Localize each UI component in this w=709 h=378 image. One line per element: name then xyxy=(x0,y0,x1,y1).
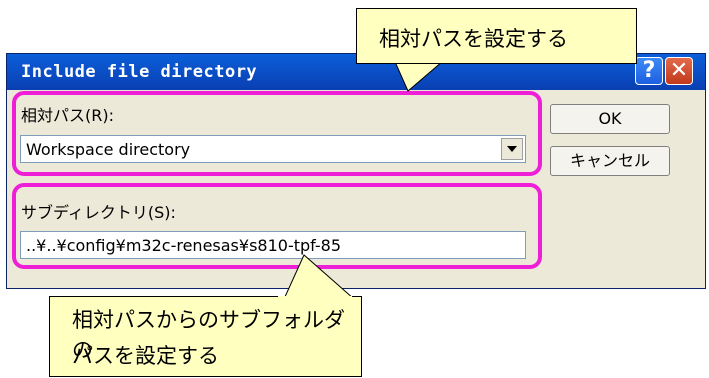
bottom-callout-border-left xyxy=(49,296,278,297)
relative-path-highlight xyxy=(12,91,542,176)
bottom-callout-pointer xyxy=(283,254,356,300)
close-button[interactable]: ✕ xyxy=(665,57,693,85)
bottom-callout-line2: パスを設定する xyxy=(72,344,219,368)
bottom-callout: 相対パスからのサブフォルダの パスを設定する xyxy=(49,296,362,377)
help-icon: ? xyxy=(642,58,656,83)
ok-button[interactable]: OK xyxy=(550,104,670,134)
dialog-title: Include file directory xyxy=(21,62,258,82)
top-callout: 相対パスを設定する xyxy=(356,8,637,64)
cancel-button[interactable]: キャンセル xyxy=(550,146,670,176)
help-button[interactable]: ? xyxy=(635,57,663,85)
bottom-callout-border-right xyxy=(352,296,362,297)
top-callout-text: 相対パスを設定する xyxy=(379,27,568,51)
close-icon: ✕ xyxy=(669,58,689,83)
